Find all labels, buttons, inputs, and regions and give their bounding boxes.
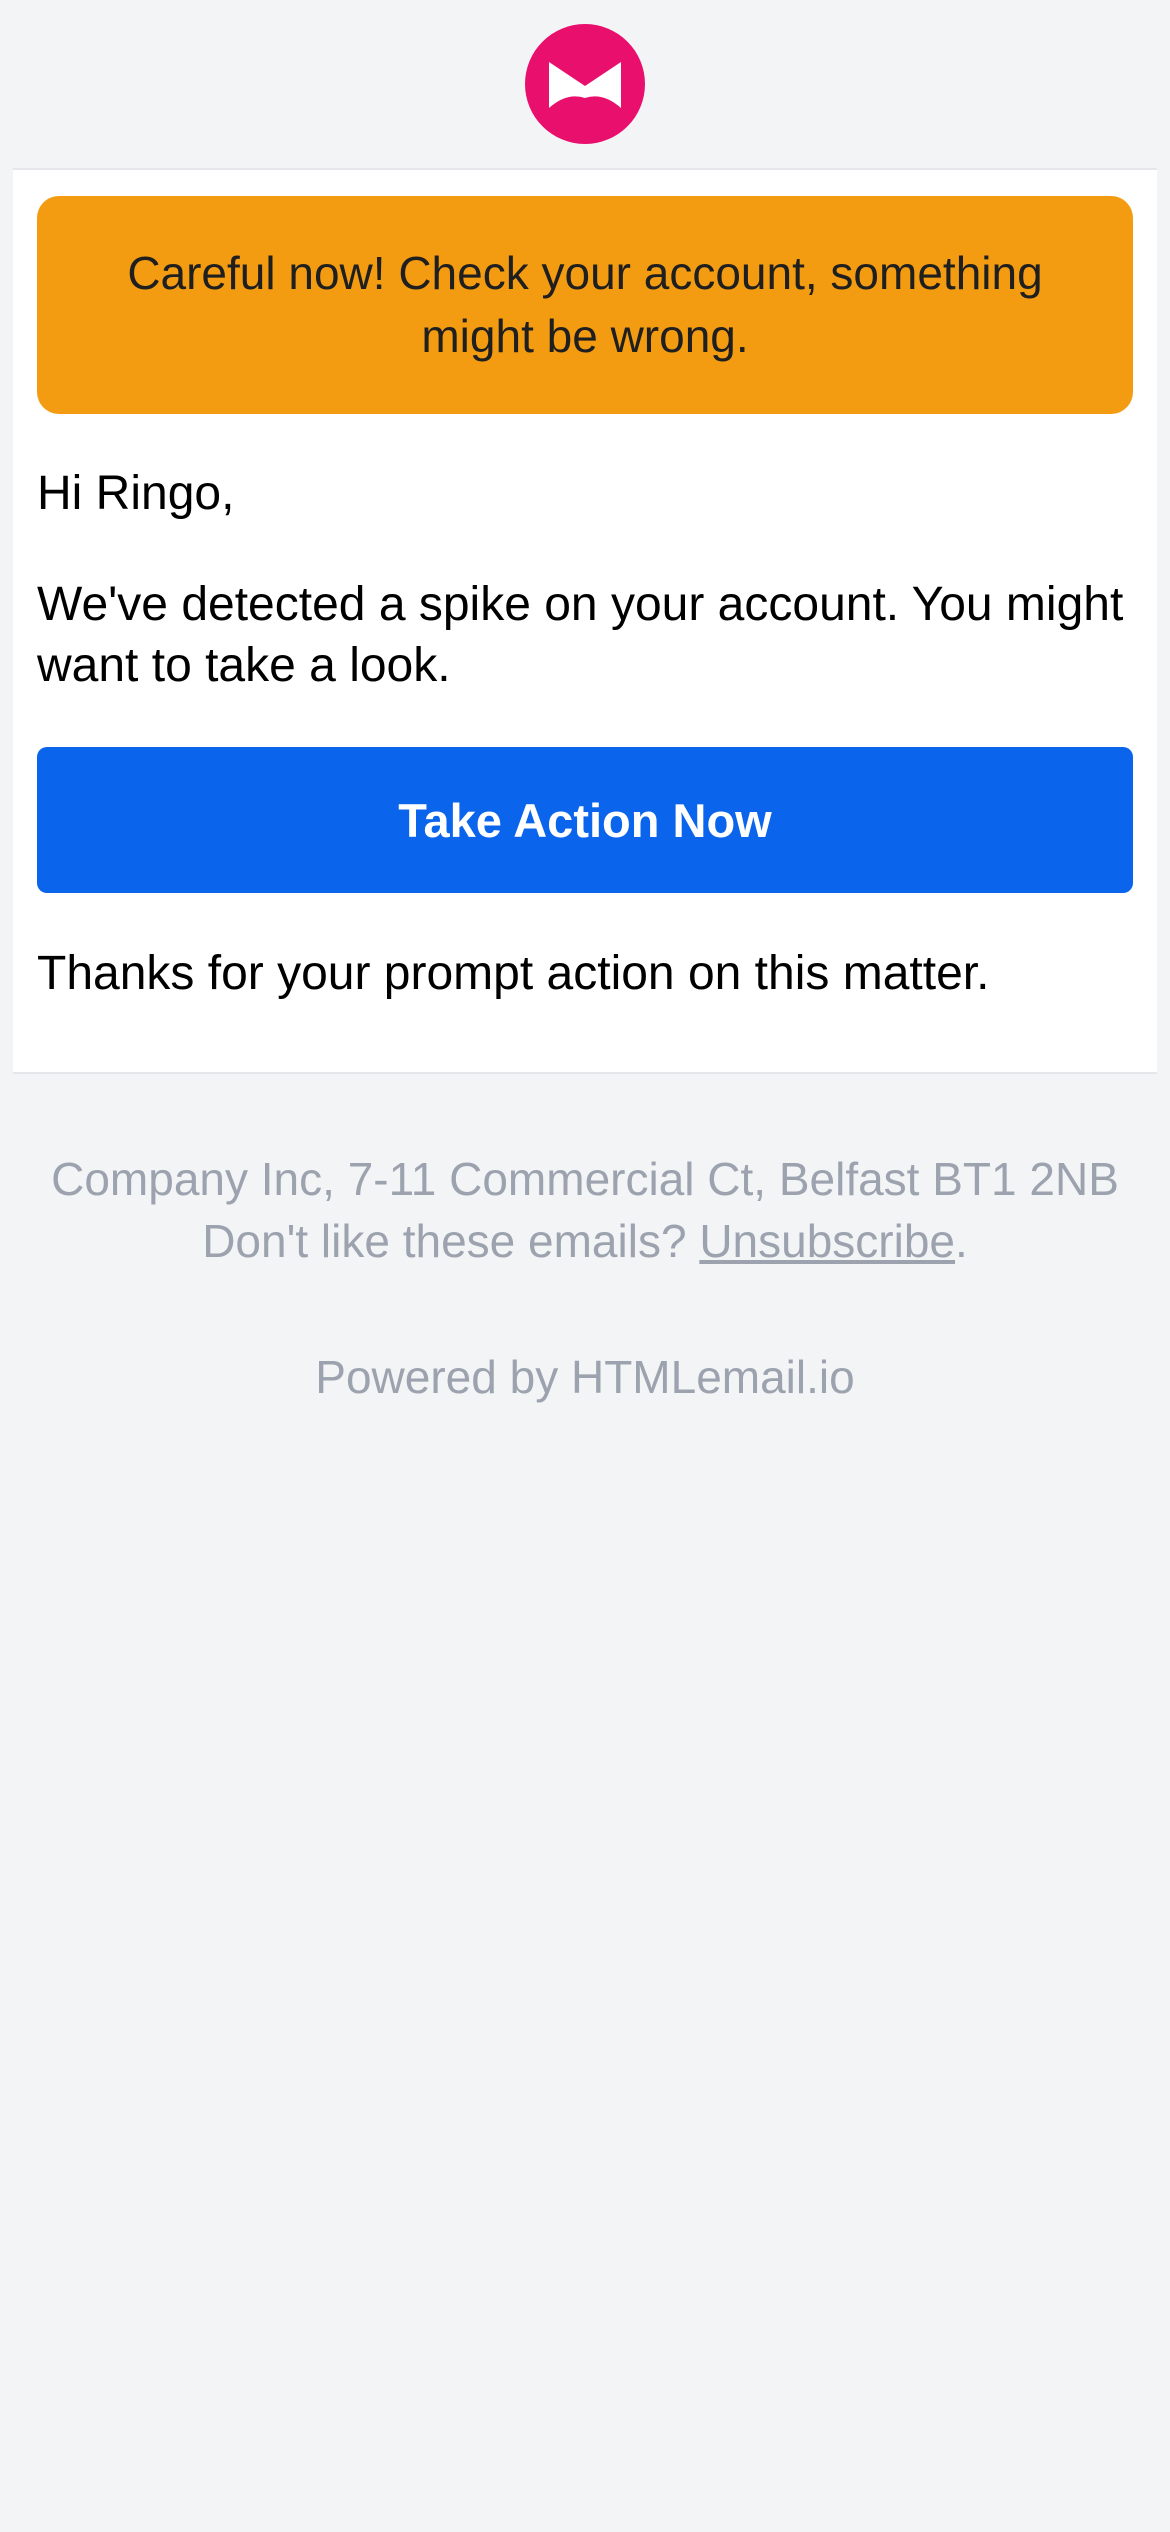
unsubscribe-line: Don't like these emails? Unsubscribe. xyxy=(0,1210,1170,1272)
unsubscribe-link[interactable]: Unsubscribe xyxy=(699,1215,955,1267)
message-body: We've detected a spike on your account. … xyxy=(37,578,1124,692)
warning-banner-text: Careful now! Check your account, somethi… xyxy=(127,247,1043,362)
company-address: Company Inc, 7-11 Commercial Ct, Belfast… xyxy=(51,1153,1119,1205)
unsubscribe-suffix: . xyxy=(955,1215,968,1267)
warning-banner: Careful now! Check your account, somethi… xyxy=(37,196,1133,414)
greeting-text: Hi Ringo, xyxy=(37,467,235,520)
logo-header xyxy=(0,0,1170,168)
email-card: Careful now! Check your account, somethi… xyxy=(13,168,1157,1074)
unsubscribe-prefix: Don't like these emails? xyxy=(202,1215,687,1267)
powered-by-text: Powered by HTMLemail.io xyxy=(315,1351,855,1403)
take-action-button[interactable]: Take Action Now xyxy=(37,747,1133,893)
closing-text: Thanks for your prompt action on this ma… xyxy=(37,947,990,1000)
footer: Company Inc, 7-11 Commercial Ct, Belfast… xyxy=(0,1148,1170,1272)
email-page: Careful now! Check your account, somethi… xyxy=(0,0,1170,2532)
envelope-logo-icon xyxy=(525,24,645,144)
